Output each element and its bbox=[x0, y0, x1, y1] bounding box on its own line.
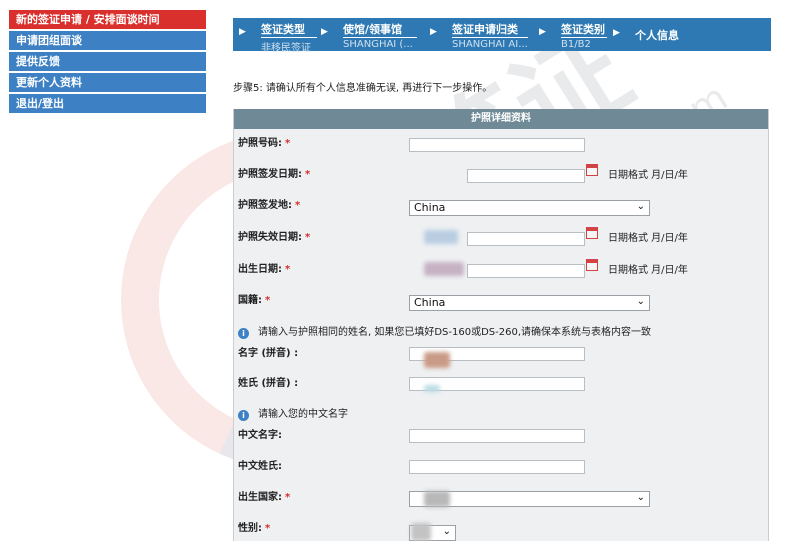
chinese-surname-input[interactable] bbox=[409, 460, 585, 474]
breadcrumb-step-title: 签证类型 bbox=[261, 23, 305, 36]
breadcrumb-step-sub: B1/B2 bbox=[561, 39, 591, 50]
birth-country-label: 出生国家: * bbox=[238, 488, 290, 503]
sidebar-item-new-visa-application[interactable]: 新的签证申请 / 安排面谈时间 bbox=[9, 10, 206, 29]
surname-label: 姓氏 (拼音) : bbox=[238, 378, 299, 389]
chevron-down-icon: ⌄ bbox=[636, 296, 645, 307]
chinese-given-name-label: 中文名字: bbox=[238, 430, 282, 441]
chevron-right-icon: ▶ bbox=[539, 27, 546, 37]
breadcrumb-step-sub: 非移民签证 bbox=[261, 43, 311, 54]
info-text: 请输入与护照相同的姓名, 如果您已填好DS-160或DS-260,请确保本系统与… bbox=[258, 327, 652, 338]
select-value: China bbox=[414, 201, 446, 214]
breadcrumb-step-visa-class[interactable]: ▶ 签证类别 B1/B2 bbox=[539, 18, 613, 51]
breadcrumb-step-sub-wrap: B1/B2 bbox=[561, 37, 607, 50]
breadcrumb-step-sub-wrap: 非移民签证 bbox=[261, 37, 317, 54]
redacted-value bbox=[424, 230, 458, 244]
chevron-down-icon: ⌄ bbox=[636, 492, 645, 503]
info-icon: i bbox=[238, 328, 249, 339]
redacted-value bbox=[411, 523, 431, 541]
given-name-label: 名字 (拼音) : bbox=[238, 348, 299, 359]
redacted-value bbox=[424, 352, 450, 368]
label-text: 出生日期: bbox=[238, 264, 282, 275]
issue-place-select[interactable]: China ⌄ bbox=[409, 200, 650, 216]
nationality-select[interactable]: China ⌄ bbox=[409, 295, 650, 311]
info-text: 请输入您的中文名字 bbox=[258, 409, 348, 420]
passport-number-label: 护照号码: * bbox=[238, 134, 290, 149]
nationality-label: 国籍: * bbox=[238, 291, 270, 306]
calendar-icon[interactable] bbox=[586, 227, 598, 239]
required-mark: * bbox=[265, 295, 271, 306]
chevron-down-icon: ⌄ bbox=[636, 201, 645, 212]
redacted-value bbox=[424, 491, 450, 507]
breadcrumb-step-title: 签证类别 bbox=[561, 23, 605, 36]
passport-details-panel: 护照详细资料 护照号码: * 护照签发日期: * 日期格式 月/日/年 护照签发地:… bbox=[233, 109, 769, 541]
label-text: 国籍: bbox=[238, 295, 262, 306]
date-format-hint: 日期格式 月/日/年 bbox=[608, 170, 688, 181]
step-instruction: 步骤5: 请确认所有个人信息准确无误, 再进行下一步操作。 bbox=[233, 83, 493, 94]
info-icon: i bbox=[238, 410, 249, 421]
calendar-icon[interactable] bbox=[586, 164, 598, 176]
chinese-name-info-note: i 请输入您的中文名字 bbox=[238, 405, 348, 421]
chevron-down-icon: ⌄ bbox=[442, 526, 451, 537]
required-mark: * bbox=[295, 200, 301, 211]
chevron-right-icon: ▶ bbox=[613, 28, 620, 38]
sidebar-item-group-appointment[interactable]: 申请团组面谈 bbox=[9, 31, 206, 50]
label-text: 护照号码: bbox=[238, 138, 282, 149]
label-text: 护照失效日期: bbox=[238, 232, 302, 243]
breadcrumb-step-title: 个人信息 bbox=[635, 29, 679, 42]
select-value: China bbox=[414, 296, 446, 309]
issue-place-label: 护照签发地: * bbox=[238, 196, 300, 211]
redacted-value bbox=[424, 385, 440, 392]
label-text: 性别: bbox=[238, 523, 262, 534]
sidebar-menu: 新的签证申请 / 安排面谈时间 申请团组面谈 提供反馈 更新个人资料 退出/登出 bbox=[9, 10, 206, 115]
issue-date-label: 护照签发日期: * bbox=[238, 165, 310, 180]
passport-number-input[interactable] bbox=[409, 138, 585, 152]
chevron-right-icon: ▶ bbox=[430, 27, 437, 37]
calendar-icon[interactable] bbox=[586, 259, 598, 271]
birth-date-label: 出生日期: * bbox=[238, 260, 290, 275]
date-format-hint: 日期格式 月/日/年 bbox=[608, 265, 688, 276]
required-mark: * bbox=[285, 492, 291, 503]
expiry-date-input[interactable] bbox=[467, 232, 585, 246]
required-mark: * bbox=[285, 138, 291, 149]
gender-label: 性别: * bbox=[238, 519, 270, 534]
sidebar-item-logout[interactable]: 退出/登出 bbox=[9, 94, 206, 113]
chinese-surname-label: 中文姓氏: bbox=[238, 461, 282, 472]
chevron-right-icon: ▶ bbox=[239, 27, 246, 37]
sidebar-item-update-profile[interactable]: 更新个人资料 bbox=[9, 73, 206, 92]
name-info-note: i 请输入与护照相同的姓名, 如果您已填好DS-160或DS-260,请确保本系统… bbox=[238, 323, 651, 339]
breadcrumb-step-personal-info[interactable]: ▶ 个人信息 bbox=[613, 18, 713, 51]
sidebar-item-feedback[interactable]: 提供反馈 bbox=[9, 52, 206, 71]
breadcrumb-step-sub: SHANGHAI (... bbox=[343, 39, 413, 50]
chevron-right-icon: ▶ bbox=[321, 27, 328, 37]
chinese-given-name-input[interactable] bbox=[409, 429, 585, 443]
breadcrumb-step-consulate[interactable]: ▶ 使馆/领事馆 SHANGHAI (... bbox=[321, 18, 429, 51]
panel-title: 护照详细资料 bbox=[234, 109, 768, 129]
breadcrumb: ▶ 签证类型 非移民签证 ▶ 使馆/领事馆 SHANGHAI (... ▶ 签证… bbox=[233, 18, 771, 54]
breadcrumb-step-sub: SHANGHAI AI... bbox=[452, 39, 528, 50]
breadcrumb-step-title: 使馆/领事馆 bbox=[343, 23, 403, 36]
redacted-value bbox=[424, 262, 464, 276]
breadcrumb-step-category[interactable]: ▶ 签证申请归类 SHANGHAI AI... bbox=[430, 18, 538, 51]
breadcrumb-step-title: 签证申请归类 bbox=[452, 23, 518, 36]
required-mark: * bbox=[285, 264, 291, 275]
label-text: 护照签发地: bbox=[238, 200, 292, 211]
breadcrumb-step-sub-wrap: SHANGHAI (... bbox=[343, 37, 417, 50]
required-mark: * bbox=[265, 523, 271, 534]
required-mark: * bbox=[305, 169, 311, 180]
birth-date-input[interactable] bbox=[467, 264, 585, 278]
breadcrumb-step-sub-wrap: SHANGHAI AI... bbox=[452, 37, 528, 50]
date-format-hint: 日期格式 月/日/年 bbox=[608, 233, 688, 244]
label-text: 出生国家: bbox=[238, 492, 282, 503]
label-text: 护照签发日期: bbox=[238, 169, 302, 180]
required-mark: * bbox=[305, 232, 311, 243]
expiry-date-label: 护照失效日期: * bbox=[238, 228, 310, 243]
issue-date-input[interactable] bbox=[467, 169, 585, 183]
